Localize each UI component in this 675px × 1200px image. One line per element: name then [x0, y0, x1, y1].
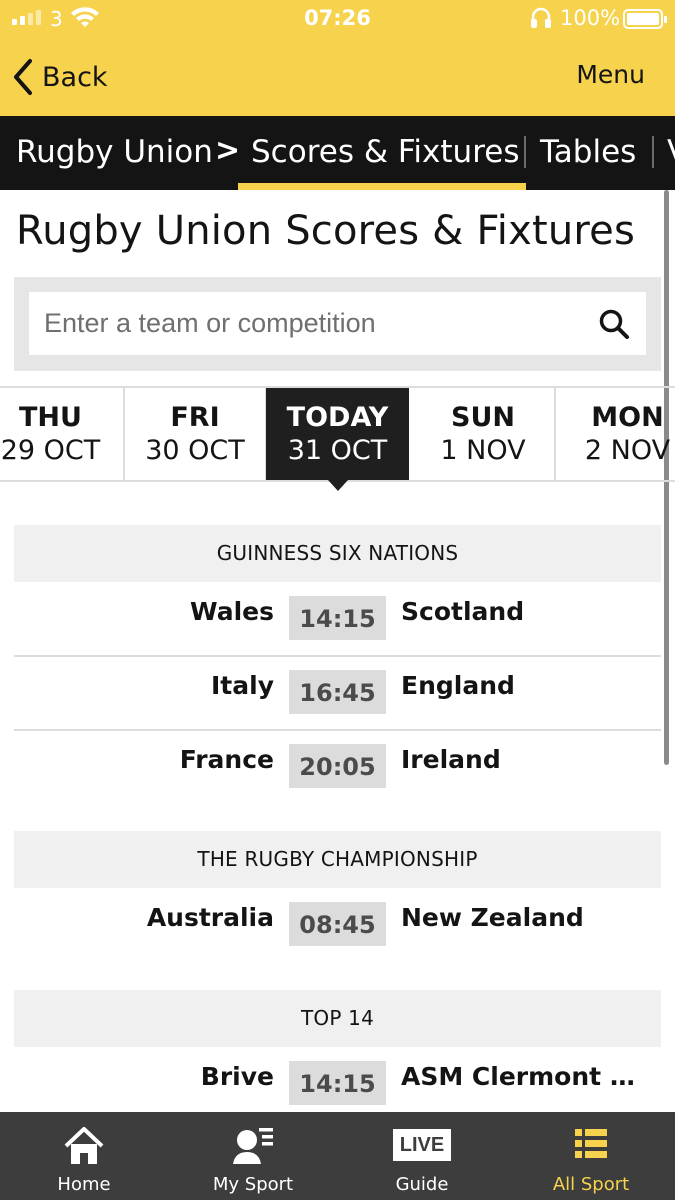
tab-next-partial[interactable]: V	[667, 134, 675, 170]
fixture-row[interactable]: Australia 08:45 New Zealand	[14, 889, 661, 963]
tab-guide[interactable]: LIVE Guide	[338, 1112, 506, 1200]
date-picker: THU 29 OCT FRI 30 OCT TODAY 31 OCT SUN 1…	[0, 386, 675, 482]
back-button[interactable]: Back	[12, 55, 108, 99]
date-sun-1-nov[interactable]: SUN 1 NOV	[411, 388, 556, 480]
battery-icon	[623, 9, 667, 29]
menu-button[interactable]: Menu	[576, 60, 645, 89]
tab-tables[interactable]: Tables	[540, 134, 636, 170]
nav-divider	[524, 136, 526, 168]
date-value: 31 OCT	[287, 435, 388, 466]
all-sport-list-icon	[575, 1129, 607, 1158]
home-team: France	[179, 745, 274, 774]
tab-scores-fixtures[interactable]: Scores & Fixtures	[251, 134, 519, 170]
date-value: 30 OCT	[145, 435, 245, 466]
home-team: Australia	[146, 903, 274, 932]
search-icon[interactable]	[598, 308, 630, 340]
fixture-row[interactable]: Italy 16:45 England	[14, 657, 661, 731]
selected-date-pointer	[328, 480, 348, 491]
search-container	[14, 277, 661, 371]
active-tab-indicator	[238, 183, 526, 190]
home-team: Wales	[190, 597, 274, 626]
live-guide-icon: LIVE	[393, 1129, 451, 1161]
page-title: Rugby Union Scores & Fixtures	[16, 208, 636, 254]
date-day-label: TODAY	[286, 402, 389, 433]
competition-header-top-14[interactable]: TOP 14	[14, 990, 661, 1047]
fixture-row[interactable]: Brive 14:15 ASM Clermont A...	[14, 1048, 661, 1122]
kickoff-time: 14:15	[289, 1061, 386, 1105]
search-box	[29, 292, 646, 355]
headphones-icon	[531, 7, 551, 28]
chevron-right-icon: >	[215, 133, 241, 168]
kickoff-time: 20:05	[289, 744, 386, 788]
tab-home[interactable]: Home	[0, 1112, 168, 1200]
kickoff-time: 16:45	[289, 670, 386, 714]
away-team: Scotland	[401, 597, 525, 626]
tab-label: All Sport	[552, 1174, 630, 1195]
date-day-label: MON	[591, 402, 664, 433]
away-team: Ireland	[401, 745, 501, 774]
away-team: England	[401, 671, 515, 700]
section-nav: Rugby Union > Scores & Fixtures Tables V	[0, 116, 675, 190]
tab-all-sport[interactable]: All Sport	[507, 1112, 675, 1200]
battery-percent: 100%	[560, 6, 621, 30]
kickoff-time: 08:45	[289, 902, 386, 946]
app-header: 3 07:26 100% Back Menu	[0, 0, 675, 116]
bottom-tab-bar: Home My Sport LIVE Guide All Sport	[0, 1112, 675, 1200]
status-bar: 3 07:26 100%	[0, 0, 675, 38]
kickoff-time: 14:15	[289, 596, 386, 640]
chevron-left-icon	[14, 59, 32, 95]
nav-divider	[652, 136, 654, 168]
tab-my-sport[interactable]: My Sport	[169, 1112, 337, 1200]
home-icon	[64, 1127, 104, 1164]
away-team: New Zealand	[401, 903, 584, 932]
tab-label: Guide	[395, 1174, 449, 1195]
date-value: 1 NOV	[440, 435, 526, 466]
competition-header-six-nations[interactable]: GUINNESS SIX NATIONS	[14, 525, 661, 582]
date-today-31-oct[interactable]: TODAY 31 OCT	[266, 388, 409, 480]
my-sport-icon	[233, 1128, 273, 1164]
breadcrumb-rugby-union[interactable]: Rugby Union	[16, 134, 213, 170]
back-label: Back	[42, 61, 108, 93]
fixture-row[interactable]: France 20:05 Ireland	[14, 731, 661, 805]
date-value: 29 OCT	[0, 435, 101, 466]
search-input[interactable]	[29, 292, 589, 355]
tab-label: Home	[57, 1174, 111, 1195]
date-value: 2 NOV	[584, 435, 671, 466]
fixture-row[interactable]: Wales 14:15 Scotland	[14, 583, 661, 657]
date-day-label: FRI	[170, 402, 220, 433]
competition-header-rugby-championship[interactable]: THE RUGBY CHAMPIONSHIP	[14, 831, 661, 888]
date-day-label: SUN	[451, 402, 515, 433]
away-team: ASM Clermont A...	[401, 1062, 651, 1091]
date-fri-30-oct[interactable]: FRI 30 OCT	[124, 388, 267, 480]
tab-label: My Sport	[212, 1174, 294, 1195]
home-team: Brive	[200, 1062, 274, 1091]
date-thu-29-oct[interactable]: THU 29 OCT	[0, 388, 125, 480]
date-day-label: THU	[19, 402, 82, 433]
date-mon-2-nov[interactable]: MON 2 NOV	[556, 388, 675, 480]
home-team: Italy	[211, 671, 274, 700]
